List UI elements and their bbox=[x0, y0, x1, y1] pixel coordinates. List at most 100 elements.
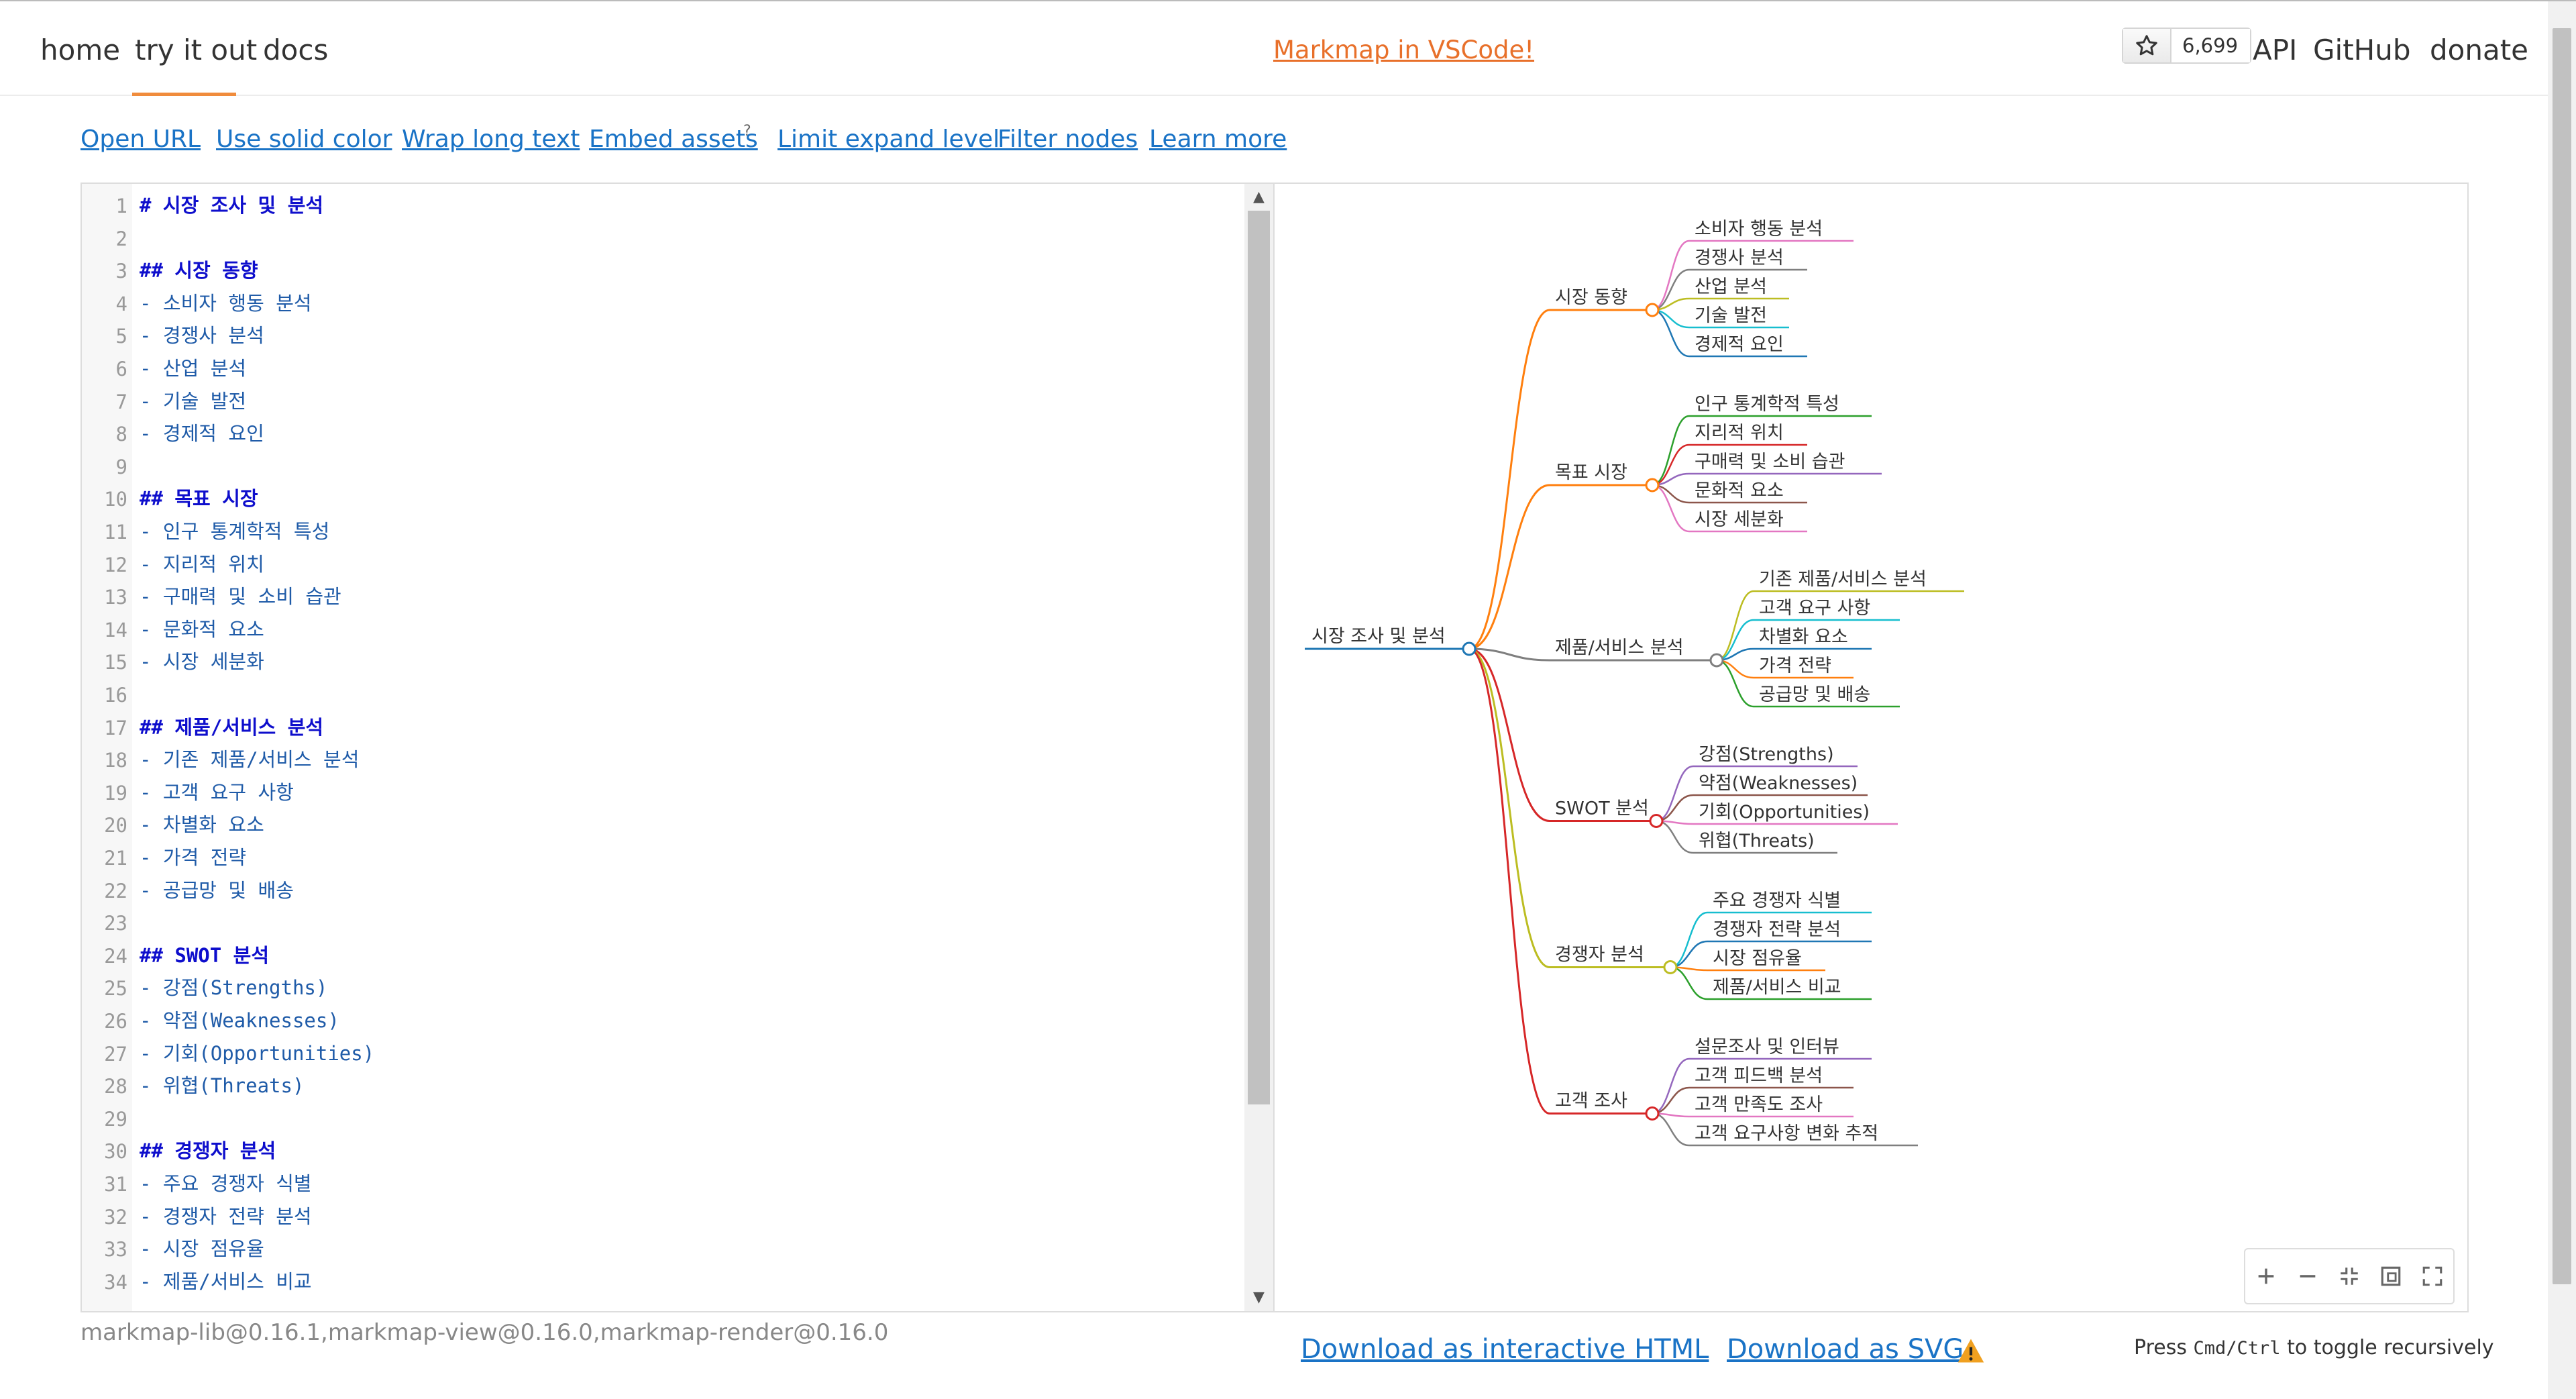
code-line[interactable]: - 경제적 요인 bbox=[140, 419, 264, 448]
code-line[interactable]: - 기술 발전 bbox=[140, 386, 246, 416]
mindmap-node-label[interactable]: 시장 동향 bbox=[1555, 287, 1627, 308]
code-line[interactable]: - 시장 점유율 bbox=[140, 1234, 264, 1263]
mindmap-node-label[interactable]: 시장 점유율 bbox=[1713, 948, 1802, 969]
code-line[interactable]: ## 시장 동향 bbox=[140, 256, 258, 285]
mindmap-node-label[interactable]: 공급망 및 배송 bbox=[1759, 684, 1870, 705]
mindmap-node-label[interactable]: 문화적 요소 bbox=[1695, 480, 1784, 501]
mindmap-node-label[interactable]: 고객 피드백 분석 bbox=[1695, 1066, 1823, 1086]
nav-github[interactable]: GitHub bbox=[2313, 32, 2411, 68]
mindmap-node-label[interactable]: 기존 제품/서비스 분석 bbox=[1759, 569, 1927, 590]
code-line[interactable]: - 지리적 위치 bbox=[140, 550, 264, 579]
wrap-text-button[interactable]: Wrap long text bbox=[402, 124, 580, 155]
page-scrollbar[interactable] bbox=[2548, 1, 2576, 1399]
download-html-link[interactable]: Download as interactive HTML bbox=[1301, 1332, 1709, 1367]
mindmap-svg[interactable]: 시장 조사 및 분석 시장 동향 소비자 행동 분석경쟁사 분석산업 분석기술 발전… bbox=[1275, 184, 2467, 1311]
mindmap-node-label[interactable]: 시장 세분화 bbox=[1695, 509, 1784, 530]
nav-docs[interactable]: docs bbox=[263, 32, 328, 68]
mindmap-node-label[interactable]: 주요 경쟁자 식별 bbox=[1713, 890, 1841, 911]
nav-home[interactable]: home bbox=[40, 32, 120, 68]
nav-donate[interactable]: donate bbox=[2430, 32, 2528, 68]
mindmap-node-circle[interactable] bbox=[1645, 1106, 1660, 1121]
mindmap-node-label[interactable]: SWOT 분석 bbox=[1555, 798, 1649, 819]
code-line[interactable]: ## 목표 시장 bbox=[140, 484, 258, 513]
code-line[interactable]: - 기존 제품/서비스 분석 bbox=[140, 745, 359, 774]
mindmap-node-label[interactable]: 목표 시장 bbox=[1555, 462, 1627, 483]
mindmap-node-label[interactable]: 경쟁자 분석 bbox=[1555, 945, 1644, 966]
code-line[interactable]: - 가격 전략 bbox=[140, 843, 246, 872]
code-line[interactable]: ## 제품/서비스 분석 bbox=[140, 713, 323, 742]
fit-icon[interactable] bbox=[2331, 1258, 2367, 1294]
code-line[interactable]: - 시장 세분화 bbox=[140, 647, 264, 676]
code-line[interactable]: - 산업 분석 bbox=[140, 354, 246, 383]
mindmap-node-circle[interactable] bbox=[1663, 960, 1678, 974]
code-line[interactable]: - 고객 요구 사항 bbox=[140, 778, 294, 807]
editor-scrollbar-thumb[interactable] bbox=[1248, 211, 1270, 1104]
mindmap-node-circle[interactable] bbox=[1709, 653, 1724, 668]
mindmap-node-label[interactable]: 가격 전략 bbox=[1759, 656, 1831, 676]
limit-expand-button[interactable]: Limit expand level bbox=[777, 124, 1000, 155]
filter-nodes-button[interactable]: Filter nodes bbox=[998, 124, 1138, 155]
zoom-in-icon[interactable] bbox=[2248, 1258, 2284, 1294]
code-line[interactable]: - 구매력 및 소비 습관 bbox=[140, 582, 341, 611]
scroll-down-arrow-icon[interactable]: ▼ bbox=[1244, 1284, 1273, 1311]
scroll-up-arrow-icon[interactable]: ▲ bbox=[1244, 184, 1273, 211]
mindmap-node-label[interactable]: 소비자 행동 분석 bbox=[1695, 219, 1823, 240]
mindmap-node-label[interactable]: 약점(Weaknesses) bbox=[1699, 773, 1858, 794]
mindmap-node-label[interactable]: 기술 발전 bbox=[1695, 305, 1767, 326]
mindmap-view[interactable]: 시장 조사 및 분석 시장 동향 소비자 행동 분석경쟁사 분석산업 분석기술 발전… bbox=[1273, 183, 2469, 1312]
learn-more-link[interactable]: Learn more bbox=[1149, 124, 1287, 155]
mindmap-node-circle[interactable] bbox=[1645, 478, 1660, 493]
mindmap-node-label[interactable]: 인구 통계학적 특성 bbox=[1695, 394, 1839, 415]
mindmap-node-label[interactable]: 강점(Strengths) bbox=[1699, 744, 1834, 765]
mindmap-node-label[interactable]: 경쟁사 분석 bbox=[1695, 248, 1784, 268]
code-line[interactable]: - 제품/서비스 비교 bbox=[140, 1267, 312, 1296]
star-icon[interactable] bbox=[2123, 29, 2171, 62]
mindmap-node-label[interactable]: 시장 조사 및 분석 bbox=[1311, 626, 1446, 647]
code-line[interactable]: - 인구 통계학적 특성 bbox=[140, 517, 329, 546]
mindmap-node-label[interactable]: 위협(Threats) bbox=[1699, 831, 1815, 851]
download-svg-link[interactable]: Download as SVG bbox=[1727, 1332, 1964, 1367]
editor-scrollbar[interactable]: ▲ ▼ bbox=[1244, 184, 1273, 1311]
code-line[interactable]: - 강점(Strengths) bbox=[140, 973, 327, 1002]
mindmap-node-label[interactable]: 설문조사 및 인터뷰 bbox=[1695, 1037, 1839, 1057]
mindmap-node-label[interactable]: 고객 조사 bbox=[1555, 1091, 1627, 1112]
open-url-button[interactable]: Open URL bbox=[80, 124, 201, 155]
mindmap-node-circle[interactable] bbox=[1462, 641, 1477, 656]
mindmap-node-label[interactable]: 지리적 위치 bbox=[1695, 423, 1784, 444]
mindmap-node-label[interactable]: 기회(Opportunities) bbox=[1699, 802, 1870, 823]
code-line[interactable]: - 주요 경쟁자 식별 bbox=[140, 1169, 312, 1198]
embed-assets-button[interactable]: Embed assets bbox=[589, 124, 758, 155]
code-line[interactable]: - 기회(Opportunities) bbox=[140, 1039, 374, 1068]
github-star-widget[interactable]: 6,699 bbox=[2122, 28, 2252, 64]
code-line[interactable]: ## SWOT 분석 bbox=[140, 941, 269, 970]
code-line[interactable]: - 소비자 행동 분석 bbox=[140, 289, 312, 318]
code-line[interactable]: - 경쟁사 분석 bbox=[140, 321, 264, 350]
code-line[interactable]: - 차별화 요소 bbox=[140, 810, 264, 839]
mindmap-node-label[interactable]: 제품/서비스 분석 bbox=[1555, 637, 1684, 658]
mindmap-node-label[interactable]: 경제적 요인 bbox=[1695, 334, 1784, 355]
mindmap-node-label[interactable]: 산업 분석 bbox=[1695, 276, 1767, 297]
code-line[interactable]: ## 경쟁자 분석 bbox=[140, 1136, 276, 1165]
mindmap-node-label[interactable]: 구매력 및 소비 습관 bbox=[1695, 452, 1845, 472]
mindmap-node-circle[interactable] bbox=[1649, 814, 1664, 828]
embed-assets-help[interactable]: ? bbox=[743, 123, 751, 140]
mindmap-node-label[interactable]: 경쟁자 전략 분석 bbox=[1713, 919, 1841, 940]
code-line[interactable]: - 공급망 및 배송 bbox=[140, 876, 294, 905]
code-line[interactable]: # 시장 조사 및 분석 bbox=[140, 191, 323, 220]
vscode-promo-link[interactable]: Markmap in VSCode! bbox=[1273, 34, 1534, 67]
code-line[interactable]: - 위협(Threats) bbox=[140, 1071, 304, 1100]
zoom-out-icon[interactable] bbox=[2290, 1258, 2326, 1294]
mindmap-node-label[interactable]: 고객 요구 사항 bbox=[1759, 598, 1870, 619]
fullscreen-icon[interactable] bbox=[2414, 1258, 2451, 1294]
mindmap-node-label[interactable]: 고객 만족도 조사 bbox=[1695, 1094, 1823, 1115]
code-line[interactable]: - 문화적 요소 bbox=[140, 615, 264, 644]
mindmap-node-label[interactable]: 차별화 요소 bbox=[1759, 627, 1848, 647]
mindmap-node-label[interactable]: 고객 요구사항 변화 추적 bbox=[1695, 1123, 1878, 1144]
markdown-editor[interactable]: 1 # 시장 조사 및 분석 2 3 ## 시장 동향 4- 소비자 행동 분석 5- 경쟁… bbox=[80, 183, 1276, 1312]
code-line[interactable]: - 약점(Weaknesses) bbox=[140, 1006, 339, 1035]
toggle-recursive-icon[interactable] bbox=[2373, 1258, 2409, 1294]
code-line[interactable]: - 경쟁자 전략 분석 bbox=[140, 1202, 312, 1231]
mindmap-node-circle[interactable] bbox=[1645, 303, 1660, 317]
nav-api[interactable]: API bbox=[2253, 32, 2297, 68]
nav-try-it-out[interactable]: try it out bbox=[135, 32, 257, 68]
